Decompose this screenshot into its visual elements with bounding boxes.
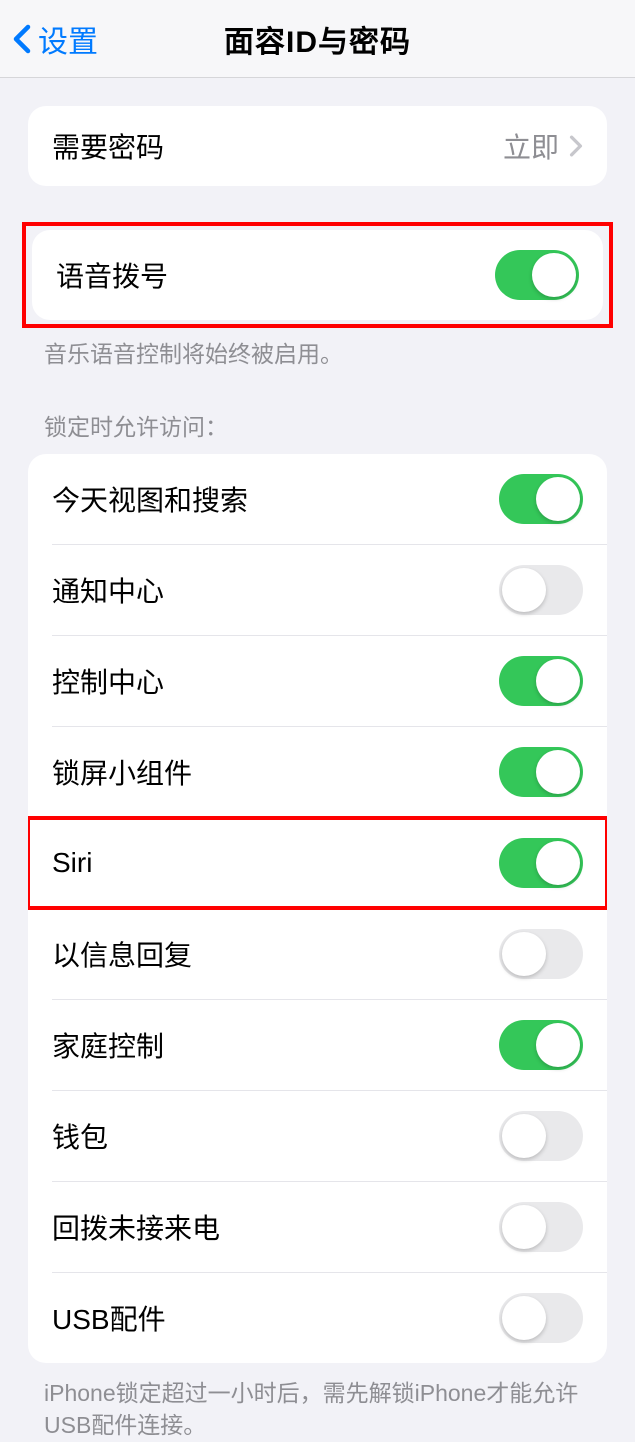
allow-access-toggle[interactable] <box>499 929 583 979</box>
allow-access-label: Siri <box>52 847 92 879</box>
allow-access-row[interactable]: 家庭控制 <box>28 1000 607 1090</box>
require-passcode-label: 需要密码 <box>52 126 164 166</box>
nav-header: 设置 面容ID与密码 <box>0 0 635 78</box>
allow-access-label: 控制中心 <box>52 661 164 701</box>
voice-dial-footer: 音乐语音控制将始终被启用。 <box>0 324 635 370</box>
highlight-voice-dial: 语音拨号 <box>22 222 613 328</box>
back-button[interactable]: 设置 <box>0 17 98 61</box>
allow-access-label: 钱包 <box>52 1116 108 1156</box>
voice-dial-row[interactable]: 语音拨号 <box>32 230 603 320</box>
allow-access-row[interactable]: 控制中心 <box>28 636 607 726</box>
require-passcode-value: 立即 <box>503 126 559 166</box>
allow-access-toggle[interactable] <box>499 1020 583 1070</box>
chevron-right-icon <box>569 135 583 157</box>
allow-access-label: 锁屏小组件 <box>52 752 192 792</box>
allow-access-footer: iPhone锁定超过一小时后，需先解锁iPhone才能允许USB配件连接。 <box>0 1363 635 1441</box>
allow-access-toggle[interactable] <box>499 474 583 524</box>
allow-access-toggle[interactable] <box>499 1202 583 1252</box>
voice-dial-group: 语音拨号 <box>32 230 603 320</box>
allow-access-row[interactable]: 以信息回复 <box>28 909 607 999</box>
allow-access-row[interactable]: 回拨未接来电 <box>28 1182 607 1272</box>
allow-access-label: 回拨未接来电 <box>52 1207 220 1247</box>
allow-access-toggle[interactable] <box>499 1111 583 1161</box>
allow-access-label: USB配件 <box>52 1298 166 1338</box>
require-passcode-group: 需要密码 立即 <box>28 106 607 186</box>
voice-dial-toggle[interactable] <box>495 250 579 300</box>
allow-access-row[interactable]: 今天视图和搜索 <box>28 454 607 544</box>
allow-access-row[interactable]: 钱包 <box>28 1091 607 1181</box>
allow-access-toggle[interactable] <box>499 656 583 706</box>
require-passcode-row[interactable]: 需要密码 立即 <box>28 106 607 186</box>
back-chevron-icon <box>12 24 32 54</box>
allow-access-header: 锁定时允许访问： <box>0 370 635 454</box>
allow-access-label: 通知中心 <box>52 570 164 610</box>
allow-access-row[interactable]: 通知中心 <box>28 545 607 635</box>
page-title: 面容ID与密码 <box>224 17 411 61</box>
allow-access-toggle[interactable] <box>499 1293 583 1343</box>
allow-access-toggle[interactable] <box>499 565 583 615</box>
allow-access-label: 家庭控制 <box>52 1025 164 1065</box>
allow-access-toggle[interactable] <box>499 747 583 797</box>
back-label: 设置 <box>38 17 98 61</box>
voice-dial-label: 语音拨号 <box>56 255 168 295</box>
allow-access-toggle[interactable] <box>499 838 583 888</box>
allow-access-group: 今天视图和搜索通知中心控制中心锁屏小组件 Siri 以信息回复家庭控制钱包回拨未接来… <box>28 454 607 1363</box>
allow-access-label: 今天视图和搜索 <box>52 479 248 519</box>
allow-access-row[interactable]: USB配件 <box>28 1273 607 1363</box>
allow-access-row[interactable]: 锁屏小组件 <box>28 727 607 817</box>
allow-access-row[interactable]: Siri <box>28 818 607 908</box>
allow-access-label: 以信息回复 <box>52 934 192 974</box>
